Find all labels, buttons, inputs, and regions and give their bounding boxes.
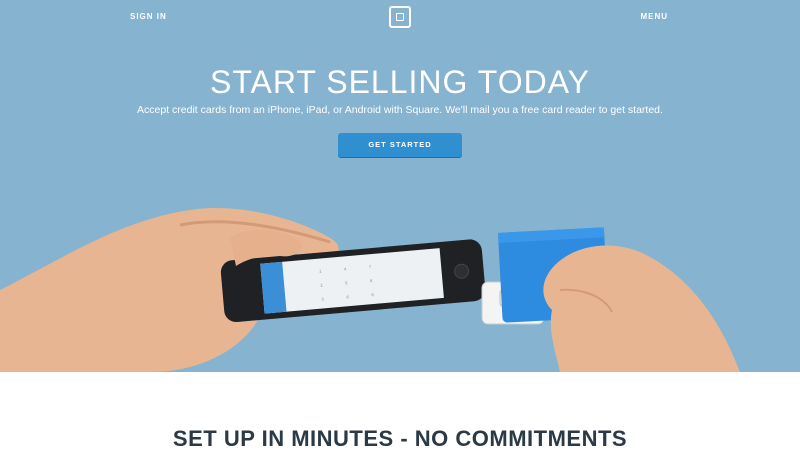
sign-in-link[interactable]: SIGN IN xyxy=(130,12,167,21)
square-logo-icon[interactable] xyxy=(389,6,411,28)
hero-section: SIGN IN MENU START SELLING TODAY Accept … xyxy=(0,0,800,372)
right-hand xyxy=(543,245,740,372)
hero-photo: 147 258 369 xyxy=(0,208,740,372)
hero-subheadline: Accept credit cards from an iPhone, iPad… xyxy=(137,104,663,116)
get-started-button[interactable]: GET STARTED xyxy=(338,133,462,157)
menu-link[interactable]: MENU xyxy=(640,12,668,21)
hero-headline: START SELLING TODAY xyxy=(209,64,590,100)
section-title: SET UP IN MINUTES - NO COMMITMENTS xyxy=(172,426,628,451)
